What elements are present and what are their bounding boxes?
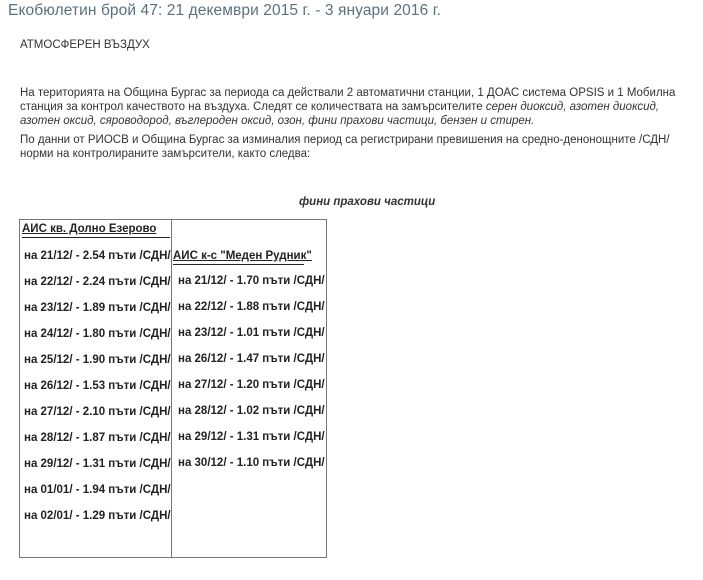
table-row-meden-rudnik: на 21/12/ - 1.70 пъти /СДН/ — [178, 275, 325, 287]
table-row-dolno-ezerovo: на 25/12/ - 1.90 пъти /СДН/ — [24, 354, 171, 366]
paragraph-exceedances: По данни от РИОСВ и Община Бургас за изм… — [20, 134, 670, 161]
table-row-meden-rudnik: на 26/12/ - 1.47 пъти /СДН/ — [178, 353, 325, 365]
section-heading: АТМОСФЕРЕН ВЪЗДУХ — [20, 39, 150, 51]
table-row-dolno-ezerovo: на 21/12/ - 2.54 пъти /СДН/ — [24, 250, 171, 262]
table-row-dolno-ezerovo: на 24/12/ - 1.80 пъти /СДН/ — [24, 328, 171, 340]
table-row-dolno-ezerovo: на 27/12/ - 2.10 пъти /СДН/ — [24, 406, 171, 418]
table-row-dolno-ezerovo: на 23/12/ - 1.89 пъти /СДН/ — [24, 302, 171, 314]
table-row-dolno-ezerovo: на 28/12/ - 1.87 пъти /СДН/ — [24, 432, 171, 444]
table-row-meden-rudnik: на 22/12/ - 1.88 пъти /СДН/ — [178, 301, 325, 313]
table-row-meden-rudnik: на 29/12/ - 1.31 пъти /СДН/ — [178, 431, 325, 443]
page-title: Екобюлетин брой 47: 21 декември 2015 г. … — [8, 2, 441, 19]
column-header-dolno-ezerovo: АИС кв. Долно Езерово — [22, 223, 157, 235]
column-header-meden-rudnik: АИС к-с "Меден Рудник" — [173, 250, 312, 262]
table-row-dolno-ezerovo: на 01/01/ - 1.94 пъти /СДН/ — [24, 484, 171, 496]
table-row-dolno-ezerovo: на 02/01/ - 1.29 пъти /СДН/ — [24, 510, 171, 522]
table-row-dolno-ezerovo: на 26/12/ - 1.53 пъти /СДН/ — [24, 380, 171, 392]
table-row-meden-rudnik: на 27/12/ - 1.20 пъти /СДН/ — [178, 379, 325, 391]
table-row-meden-rudnik: на 23/12/ - 1.01 пъти /СДН/ — [178, 327, 325, 339]
exceedance-table: АИС кв. Долно Езерово АИС к-с "Меден Руд… — [19, 219, 327, 558]
column-divider — [171, 220, 172, 557]
table-row-dolno-ezerovo: на 22/12/ - 2.24 пъти /СДН/ — [24, 276, 171, 288]
table-caption: фини прахови частици — [299, 196, 436, 208]
table-row-meden-rudnik: на 30/12/ - 1.10 пъти /СДН/ — [178, 457, 325, 469]
table-row-dolno-ezerovo: на 29/12/ - 1.31 пъти /СДН/ — [24, 458, 171, 470]
paragraph-stations: На територията на Община Бургас за перио… — [20, 86, 692, 129]
column-header-rule — [22, 237, 170, 238]
column-header-rule — [173, 264, 304, 265]
table-row-meden-rudnik: на 28/12/ - 1.02 пъти /СДН/ — [178, 405, 325, 417]
